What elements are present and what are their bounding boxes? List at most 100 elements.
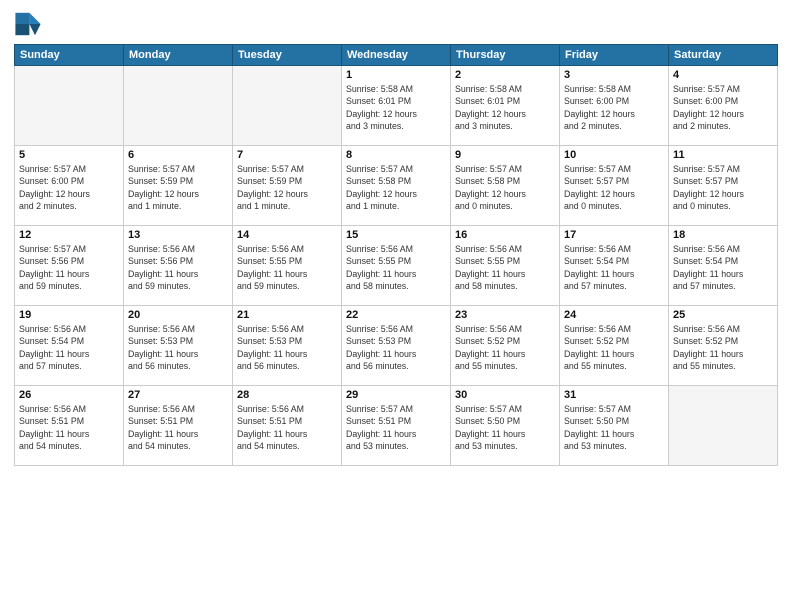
day-info: Sunrise: 5:57 AM Sunset: 5:56 PM Dayligh… (19, 243, 119, 292)
day-info: Sunrise: 5:57 AM Sunset: 5:58 PM Dayligh… (346, 163, 446, 212)
calendar-cell (233, 66, 342, 146)
calendar-cell: 26 Sunrise: 5:56 AM Sunset: 5:51 PM Dayli… (15, 386, 124, 466)
calendar-cell: 17 Sunrise: 5:56 AM Sunset: 5:54 PM Dayli… (560, 226, 669, 306)
logo-icon (14, 10, 42, 38)
day-number: 21 (237, 309, 337, 321)
page: SundayMondayTuesdayWednesdayThursdayFrid… (0, 0, 792, 612)
weekday-header-tuesday: Tuesday (233, 45, 342, 66)
calendar-header: SundayMondayTuesdayWednesdayThursdayFrid… (15, 45, 778, 66)
calendar-cell: 2 Sunrise: 5:58 AM Sunset: 6:01 PM Daylig… (451, 66, 560, 146)
calendar-cell: 5Sunrise: 5:57 AM Sunset: 6:00 PM Daylig… (15, 146, 124, 226)
calendar-body: 1 Sunrise: 5:58 AM Sunset: 6:01 PM Daylig… (15, 66, 778, 466)
calendar-cell: 4 Sunrise: 5:57 AM Sunset: 6:00 PM Daylig… (669, 66, 778, 146)
day-info: Sunrise: 5:58 AM Sunset: 6:01 PM Dayligh… (346, 83, 446, 132)
day-number: 7 (237, 149, 337, 161)
weekday-header-wednesday: Wednesday (342, 45, 451, 66)
weekday-header-saturday: Saturday (669, 45, 778, 66)
day-info: Sunrise: 5:56 AM Sunset: 5:52 PM Dayligh… (564, 323, 664, 372)
day-info: Sunrise: 5:57 AM Sunset: 5:57 PM Dayligh… (673, 163, 773, 212)
calendar-cell: 8Sunrise: 5:57 AM Sunset: 5:58 PM Daylig… (342, 146, 451, 226)
calendar-cell: 18 Sunrise: 5:56 AM Sunset: 5:54 PM Dayli… (669, 226, 778, 306)
day-info: Sunrise: 5:57 AM Sunset: 5:59 PM Dayligh… (237, 163, 337, 212)
week-row-5: 26 Sunrise: 5:56 AM Sunset: 5:51 PM Dayli… (15, 386, 778, 466)
calendar-cell: 12 Sunrise: 5:57 AM Sunset: 5:56 PM Dayli… (15, 226, 124, 306)
calendar-cell: 20Sunrise: 5:56 AM Sunset: 5:53 PM Dayli… (124, 306, 233, 386)
calendar-cell: 9 Sunrise: 5:57 AM Sunset: 5:58 PM Daylig… (451, 146, 560, 226)
calendar-cell: 28 Sunrise: 5:56 AM Sunset: 5:51 PM Dayli… (233, 386, 342, 466)
calendar-cell: 15 Sunrise: 5:56 AM Sunset: 5:55 PM Dayli… (342, 226, 451, 306)
calendar-cell: 30Sunrise: 5:57 AM Sunset: 5:50 PM Dayli… (451, 386, 560, 466)
day-info: Sunrise: 5:57 AM Sunset: 5:57 PM Dayligh… (564, 163, 664, 212)
calendar-cell: 24 Sunrise: 5:56 AM Sunset: 5:52 PM Dayli… (560, 306, 669, 386)
day-number: 28 (237, 389, 337, 401)
day-number: 9 (455, 149, 555, 161)
day-number: 25 (673, 309, 773, 321)
day-info: Sunrise: 5:56 AM Sunset: 5:56 PM Dayligh… (128, 243, 228, 292)
day-number: 2 (455, 69, 555, 81)
day-info: Sunrise: 5:56 AM Sunset: 5:53 PM Dayligh… (237, 323, 337, 372)
calendar-cell (669, 386, 778, 466)
day-info: Sunrise: 5:56 AM Sunset: 5:55 PM Dayligh… (455, 243, 555, 292)
day-number: 15 (346, 229, 446, 241)
day-info: Sunrise: 5:56 AM Sunset: 5:51 PM Dayligh… (19, 403, 119, 452)
calendar-cell (124, 66, 233, 146)
day-info: Sunrise: 5:56 AM Sunset: 5:52 PM Dayligh… (673, 323, 773, 372)
day-number: 10 (564, 149, 664, 161)
day-number: 1 (346, 69, 446, 81)
calendar-cell: 16 Sunrise: 5:56 AM Sunset: 5:55 PM Dayli… (451, 226, 560, 306)
calendar-cell: 23Sunrise: 5:56 AM Sunset: 5:52 PM Dayli… (451, 306, 560, 386)
weekday-header-friday: Friday (560, 45, 669, 66)
day-info: Sunrise: 5:58 AM Sunset: 6:01 PM Dayligh… (455, 83, 555, 132)
day-number: 29 (346, 389, 446, 401)
week-row-3: 12 Sunrise: 5:57 AM Sunset: 5:56 PM Dayli… (15, 226, 778, 306)
day-number: 17 (564, 229, 664, 241)
calendar-cell: 6 Sunrise: 5:57 AM Sunset: 5:59 PM Daylig… (124, 146, 233, 226)
day-number: 24 (564, 309, 664, 321)
day-number: 23 (455, 309, 555, 321)
day-number: 11 (673, 149, 773, 161)
day-info: Sunrise: 5:56 AM Sunset: 5:51 PM Dayligh… (237, 403, 337, 452)
day-number: 16 (455, 229, 555, 241)
day-number: 6 (128, 149, 228, 161)
day-number: 31 (564, 389, 664, 401)
calendar-cell: 7 Sunrise: 5:57 AM Sunset: 5:59 PM Daylig… (233, 146, 342, 226)
week-row-2: 5Sunrise: 5:57 AM Sunset: 6:00 PM Daylig… (15, 146, 778, 226)
day-number: 20 (128, 309, 228, 321)
calendar-cell: 3Sunrise: 5:58 AM Sunset: 6:00 PM Daylig… (560, 66, 669, 146)
calendar-cell: 27Sunrise: 5:56 AM Sunset: 5:51 PM Dayli… (124, 386, 233, 466)
day-number: 27 (128, 389, 228, 401)
weekday-row: SundayMondayTuesdayWednesdayThursdayFrid… (15, 45, 778, 66)
day-info: Sunrise: 5:56 AM Sunset: 5:54 PM Dayligh… (564, 243, 664, 292)
calendar-cell: 25 Sunrise: 5:56 AM Sunset: 5:52 PM Dayli… (669, 306, 778, 386)
day-info: Sunrise: 5:57 AM Sunset: 6:00 PM Dayligh… (673, 83, 773, 132)
calendar-cell: 13Sunrise: 5:56 AM Sunset: 5:56 PM Dayli… (124, 226, 233, 306)
calendar-cell: 11 Sunrise: 5:57 AM Sunset: 5:57 PM Dayli… (669, 146, 778, 226)
day-info: Sunrise: 5:57 AM Sunset: 5:51 PM Dayligh… (346, 403, 446, 452)
day-number: 3 (564, 69, 664, 81)
day-number: 22 (346, 309, 446, 321)
calendar-cell: 31 Sunrise: 5:57 AM Sunset: 5:50 PM Dayli… (560, 386, 669, 466)
calendar-cell: 10 Sunrise: 5:57 AM Sunset: 5:57 PM Dayli… (560, 146, 669, 226)
day-number: 18 (673, 229, 773, 241)
week-row-1: 1 Sunrise: 5:58 AM Sunset: 6:01 PM Daylig… (15, 66, 778, 146)
weekday-header-sunday: Sunday (15, 45, 124, 66)
day-info: Sunrise: 5:57 AM Sunset: 6:00 PM Dayligh… (19, 163, 119, 212)
day-info: Sunrise: 5:56 AM Sunset: 5:54 PM Dayligh… (673, 243, 773, 292)
day-info: Sunrise: 5:57 AM Sunset: 5:50 PM Dayligh… (564, 403, 664, 452)
header (14, 10, 778, 38)
day-number: 30 (455, 389, 555, 401)
day-info: Sunrise: 5:57 AM Sunset: 5:59 PM Dayligh… (128, 163, 228, 212)
day-number: 26 (19, 389, 119, 401)
day-info: Sunrise: 5:56 AM Sunset: 5:55 PM Dayligh… (346, 243, 446, 292)
logo (14, 10, 46, 38)
day-number: 14 (237, 229, 337, 241)
calendar-cell (15, 66, 124, 146)
day-info: Sunrise: 5:56 AM Sunset: 5:55 PM Dayligh… (237, 243, 337, 292)
day-number: 4 (673, 69, 773, 81)
day-number: 12 (19, 229, 119, 241)
day-number: 19 (19, 309, 119, 321)
calendar: SundayMondayTuesdayWednesdayThursdayFrid… (14, 44, 778, 466)
day-info: Sunrise: 5:56 AM Sunset: 5:53 PM Dayligh… (346, 323, 446, 372)
calendar-cell: 29 Sunrise: 5:57 AM Sunset: 5:51 PM Dayli… (342, 386, 451, 466)
day-info: Sunrise: 5:57 AM Sunset: 5:58 PM Dayligh… (455, 163, 555, 212)
